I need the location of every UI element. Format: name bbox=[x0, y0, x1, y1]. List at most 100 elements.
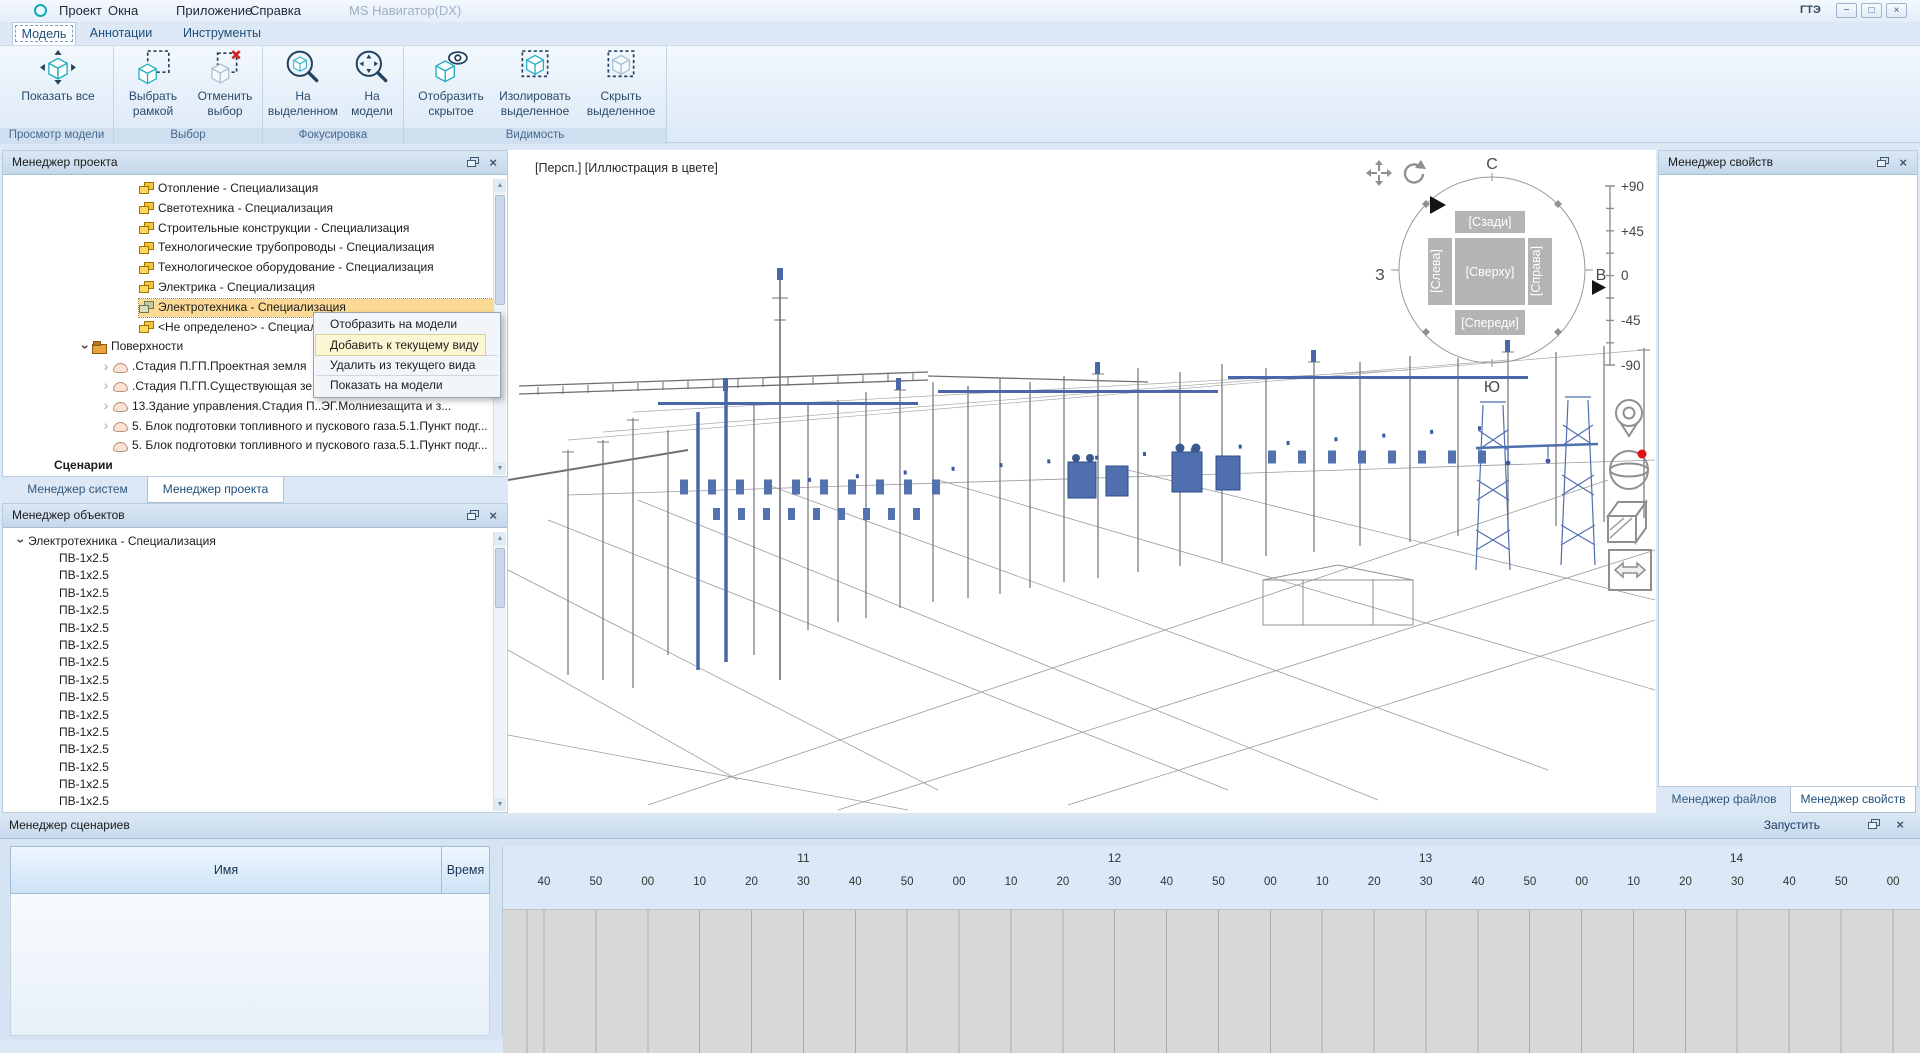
menu-project[interactable]: Проект bbox=[59, 3, 102, 18]
show-hidden-button[interactable]: Отобразить скрытое bbox=[410, 48, 492, 119]
close-panel-icon[interactable]: × bbox=[489, 155, 497, 171]
hide-selected-button[interactable]: Скрыть выделенное bbox=[580, 48, 662, 119]
float-panel-icon[interactable] bbox=[1877, 157, 1889, 168]
tab-system-manager[interactable]: Менеджер систем bbox=[12, 477, 143, 503]
scroll-up-icon[interactable]: ▲ bbox=[494, 179, 506, 192]
object-item[interactable]: ПВ-1x2.5 bbox=[4, 689, 493, 706]
tree-item[interactable]: Светотехника - Специализация bbox=[4, 199, 493, 219]
object-item[interactable]: ПВ-1x2.5 bbox=[4, 741, 493, 758]
compass-east-label[interactable]: В bbox=[1596, 267, 1607, 284]
tree-item-body[interactable]: Электрика - Специализация bbox=[139, 279, 493, 297]
timeline-ruler[interactable] bbox=[503, 909, 1920, 1053]
tree-expander-icon[interactable] bbox=[99, 376, 113, 397]
object-root-item[interactable]: Электротехника - Специализация bbox=[4, 532, 493, 550]
tree-item-body[interactable]: Отопление - Специализация bbox=[139, 180, 493, 198]
compass-rotation-marker[interactable] bbox=[1430, 196, 1446, 214]
float-panel-icon[interactable] bbox=[467, 157, 479, 168]
tree-item[interactable]: Технологическое оборудование - Специализ… bbox=[4, 258, 493, 278]
tree-item[interactable]: 5. Блок подготовки топливного и пусковог… bbox=[4, 436, 493, 456]
object-item[interactable]: ПВ-1x2.5 bbox=[4, 602, 493, 619]
tree-item-body[interactable]: Строительные конструкции - Специализация bbox=[139, 219, 493, 237]
pan-width-tool-icon[interactable] bbox=[1609, 550, 1651, 590]
scroll-thumb[interactable] bbox=[495, 548, 505, 608]
run-scenario-button[interactable]: Запустить bbox=[1764, 813, 1820, 838]
zoom-to-selected-button[interactable]: На выделенном bbox=[266, 48, 340, 119]
context-menu-item[interactable]: Удалить из текущего вида bbox=[316, 355, 498, 375]
compass-face-top[interactable]: [Сверху] bbox=[1466, 265, 1515, 279]
tree-item-body[interactable]: Технологическое оборудование - Специализ… bbox=[139, 259, 493, 277]
column-name[interactable]: Имя bbox=[11, 847, 442, 893]
context-menu-item[interactable]: Показать на модели bbox=[316, 375, 498, 395]
tree-item-body[interactable]: Сценарии bbox=[35, 457, 493, 475]
tab-project-manager[interactable]: Менеджер проекта bbox=[147, 477, 284, 503]
object-item[interactable]: ПВ-1x2.5 bbox=[4, 724, 493, 741]
context-menu-item[interactable]: Отобразить на модели bbox=[316, 315, 498, 335]
tree-item-body[interactable]: 5. Блок подготовки топливного и пусковог… bbox=[113, 417, 493, 435]
tab-model[interactable]: Модель bbox=[12, 22, 76, 45]
menu-help[interactable]: Справка bbox=[250, 3, 301, 18]
float-panel-icon[interactable] bbox=[467, 510, 479, 521]
compass-face-right[interactable]: [Справа] bbox=[1529, 246, 1543, 296]
tree-item[interactable]: Сценарии bbox=[4, 456, 493, 475]
tree-item[interactable]: Строительные конструкции - Специализация bbox=[4, 219, 493, 239]
compass-face-back[interactable]: [Сзади] bbox=[1469, 215, 1512, 229]
object-item[interactable]: ПВ-1x2.5 bbox=[4, 567, 493, 584]
isometric-tool-icon[interactable] bbox=[1608, 502, 1646, 542]
tree-item[interactable]: Электрика - Специализация bbox=[4, 278, 493, 298]
object-item[interactable]: ПВ-1x2.5 bbox=[4, 672, 493, 689]
tree-item-body[interactable]: 13.Здание управления.Стадия П..ЭГ.Молние… bbox=[113, 398, 493, 416]
object-item[interactable]: ПВ-1x2.5 bbox=[4, 759, 493, 776]
column-time[interactable]: Время bbox=[442, 847, 489, 893]
object-item[interactable]: ПВ-1x2.5 bbox=[4, 707, 493, 724]
float-panel-icon[interactable] bbox=[1868, 819, 1880, 830]
tab-properties-manager[interactable]: Менеджер свойств bbox=[1790, 787, 1916, 813]
compass-face-front[interactable]: [Спереди] bbox=[1461, 316, 1519, 330]
show-all-button[interactable]: Показать все bbox=[8, 48, 108, 104]
tree-expander-icon[interactable] bbox=[99, 357, 113, 378]
scenario-table-body[interactable] bbox=[10, 894, 490, 1036]
pan-view-icon[interactable] bbox=[1366, 160, 1392, 186]
context-menu-item[interactable]: Добавить к текущему виду bbox=[316, 335, 485, 355]
app-logo-icon[interactable] bbox=[34, 4, 47, 17]
close-panel-icon[interactable]: × bbox=[489, 508, 497, 524]
compass-face-left[interactable]: [Слева] bbox=[1429, 249, 1443, 293]
tree-expander-icon[interactable] bbox=[99, 396, 113, 417]
object-item[interactable]: ПВ-1x2.5 bbox=[4, 776, 493, 793]
zoom-to-model-button[interactable]: На модели bbox=[344, 48, 400, 119]
close-button[interactable]: × bbox=[1886, 3, 1907, 18]
rotate-view-icon[interactable] bbox=[1405, 160, 1426, 182]
compass-north-label[interactable]: С bbox=[1486, 156, 1498, 173]
locate-tool-icon[interactable] bbox=[1616, 400, 1642, 436]
tab-tools[interactable]: Инструменты bbox=[182, 22, 262, 45]
compass-west-label[interactable]: З bbox=[1375, 267, 1385, 284]
tree-item-body[interactable]: Технологические трубопроводы - Специализ… bbox=[139, 239, 493, 257]
tree-item-body[interactable]: Светотехника - Специализация bbox=[139, 200, 493, 218]
select-frame-button[interactable]: Выбрать рамкой bbox=[118, 48, 188, 119]
tree-item[interactable]: 13.Здание управления.Стадия П..ЭГ.Молние… bbox=[4, 397, 493, 417]
scroll-down-icon[interactable]: ▼ bbox=[494, 462, 506, 475]
tree-item[interactable]: Технологические трубопроводы - Специализ… bbox=[4, 238, 493, 258]
menu-windows[interactable]: Окна bbox=[108, 3, 138, 18]
scroll-down-icon[interactable]: ▼ bbox=[494, 798, 506, 811]
orbit-tool-icon[interactable] bbox=[1610, 450, 1648, 490]
object-item[interactable]: ПВ-1x2.5 bbox=[4, 585, 493, 602]
minimize-button[interactable]: − bbox=[1836, 3, 1857, 18]
object-item[interactable]: ПВ-1x2.5 bbox=[4, 637, 493, 654]
maximize-button[interactable]: □ bbox=[1861, 3, 1882, 18]
compass-south-label[interactable]: Ю bbox=[1484, 379, 1500, 396]
cancel-selection-button[interactable]: Отменить выбор bbox=[190, 48, 260, 119]
close-panel-icon[interactable]: × bbox=[1899, 155, 1907, 171]
object-list-scrollbar[interactable]: ▲ ▼ bbox=[493, 532, 506, 811]
object-item[interactable]: ПВ-1x2.5 bbox=[4, 550, 493, 567]
timeline[interactable]: 11121314 4050001020304050001020304050001… bbox=[502, 846, 1920, 1036]
tree-item[interactable]: 5. Блок подготовки топливного и пусковог… bbox=[4, 417, 493, 437]
tree-expander-icon[interactable] bbox=[99, 416, 113, 437]
tree-expander-icon[interactable] bbox=[14, 532, 28, 551]
viewport-canvas[interactable]: С В Ю З [Сзади] [Слева] [Сверху] [Справа… bbox=[508, 150, 1656, 813]
tab-annotations[interactable]: Аннотации bbox=[86, 22, 156, 45]
tree-expander-icon[interactable] bbox=[78, 337, 92, 358]
object-item[interactable]: ПВ-1x2.5 bbox=[4, 654, 493, 671]
object-item[interactable]: ПВ-1x2.5 bbox=[4, 793, 493, 810]
menu-application[interactable]: Приложение bbox=[176, 3, 252, 18]
tree-item[interactable]: Отопление - Специализация bbox=[4, 179, 493, 199]
